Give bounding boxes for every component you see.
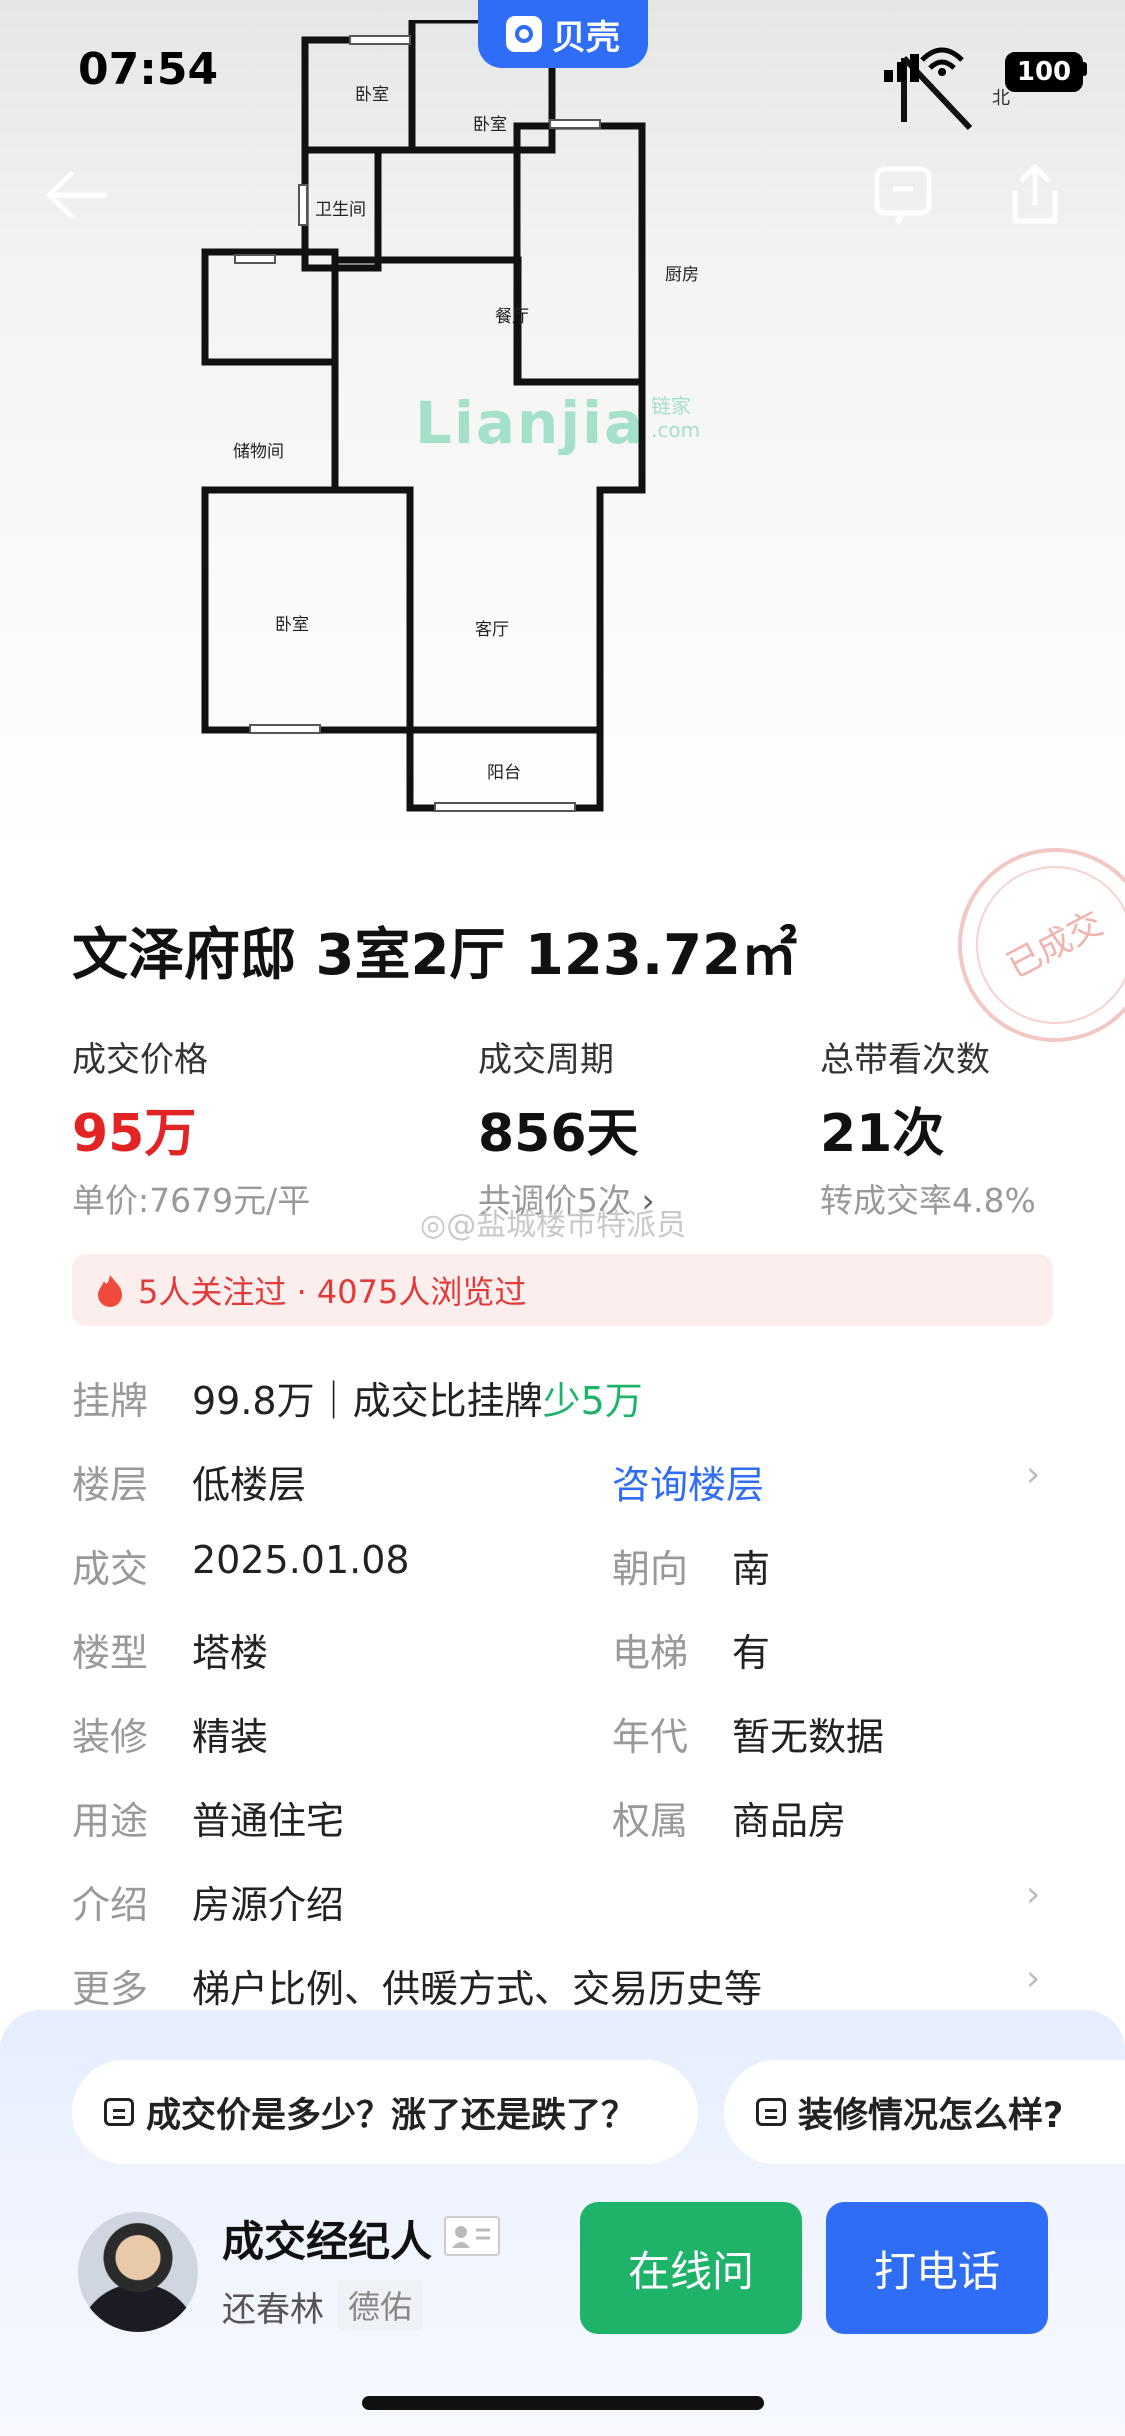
chat-icon <box>874 166 932 225</box>
battery-indicator: 100 <box>1005 52 1083 92</box>
message-button[interactable] <box>868 160 938 230</box>
weibo-icon: ◎ <box>420 1208 447 1243</box>
building-type-label: 楼型 <box>72 1631 149 1675</box>
usage-value: 普通住宅 <box>192 1799 345 1843</box>
svg-text:.com: .com <box>651 418 700 442</box>
home-indicator[interactable] <box>362 2396 764 2410</box>
status-time: 07:54 <box>78 44 219 95</box>
room-label: 阳台 <box>487 763 521 783</box>
ownership-value: 商品房 <box>732 1799 847 1843</box>
popularity-bar: 5人关注过 · 4075人浏览过 <box>72 1254 1053 1326</box>
room-label: 餐厅 <box>495 307 529 327</box>
chevron-right-icon[interactable]: › <box>1026 1454 1040 1495</box>
deal-price: 95万 <box>72 1104 197 1164</box>
beike-logo-icon <box>506 16 542 52</box>
share-button[interactable] <box>1000 160 1070 230</box>
brand-badge: 贝壳 <box>478 0 648 68</box>
popularity-text: 5人关注过 · 4075人浏览过 <box>138 1273 527 1311</box>
room-label: 客厅 <box>475 620 509 640</box>
signal-wifi-icons <box>884 47 964 82</box>
agent-name: 还春林 <box>222 2290 324 2330</box>
question-chip-price[interactable]: 成交价是多少？涨了还是跌了？ <box>72 2060 698 2164</box>
business-card-icon[interactable] <box>444 2216 500 2256</box>
orientation-label: 朝向 <box>612 1547 689 1591</box>
question-text: 成交价是多少？涨了还是跌了？ <box>146 2095 637 2136</box>
year-label: 年代 <box>612 1715 689 1759</box>
year-value: 暂无数据 <box>732 1715 885 1759</box>
conversion-rate: 转成交率4.8% <box>820 1181 1036 1220</box>
battery-tip <box>1082 62 1087 76</box>
question-chip-decoration[interactable]: 装修情况怎么样? <box>724 2060 1125 2164</box>
more-link[interactable]: 梯户比例、供暖方式、交易历史等 <box>192 1958 762 2013</box>
room-label: 卧室 <box>355 85 389 105</box>
price-diff: 少5万 <box>542 1379 643 1423</box>
stat-label: 总带看次数 <box>820 1040 990 1080</box>
agent-role: 成交经纪人 <box>222 2217 433 2266</box>
decoration-value: 精装 <box>192 1715 269 1759</box>
lianjia-watermark: Lianjia 链家 .com <box>415 389 700 455</box>
question-text: 装修情况怎么样? <box>798 2095 1064 2136</box>
agent-avatar[interactable] <box>78 2212 198 2332</box>
room-label: 储物间 <box>233 442 284 462</box>
more-label: 更多 <box>72 1967 149 2011</box>
chevron-right-icon[interactable]: › <box>1026 1874 1040 1915</box>
deal-date-value: 2025.01.08 <box>192 1538 410 1582</box>
deal-date-label: 成交 <box>72 1547 149 1591</box>
stat-cycle: 成交周期 856天 共调价5次 › <box>478 1032 655 1222</box>
online-chat-button[interactable]: 在线问 <box>580 2202 802 2334</box>
listing-title: 文泽府邸 3室2厅 123.72㎡ <box>72 923 798 988</box>
room-label: 卧室 <box>275 615 309 635</box>
share-icon <box>1012 164 1058 224</box>
listing-card <box>24 845 1101 2045</box>
room-label: 卧室 <box>473 115 507 135</box>
ownership-label: 权属 <box>612 1799 689 1843</box>
agent-company: 德佑 <box>338 2280 423 2330</box>
chat-bubble-icon <box>756 2098 786 2126</box>
svg-text:Lianjia: Lianjia <box>415 389 645 455</box>
chevron-right-icon[interactable]: › <box>1026 1958 1040 1999</box>
stat-label: 成交价格 <box>72 1040 208 1080</box>
stat-label: 成交周期 <box>478 1040 614 1080</box>
unit-price: 单价:7679元/平 <box>72 1181 311 1220</box>
floor-label: 楼层 <box>72 1463 149 1507</box>
elevator-label: 电梯 <box>612 1631 689 1675</box>
svg-text:北: 北 <box>992 88 1010 109</box>
brand-name: 贝壳 <box>552 17 620 58</box>
consult-floor-link[interactable]: 咨询楼层 <box>612 1454 764 1509</box>
listing-price-label: 挂牌 <box>72 1379 149 1423</box>
elevator-value: 有 <box>732 1631 771 1675</box>
chat-bubble-icon <box>104 2098 134 2126</box>
stat-viewings: 总带看次数 21次 转成交率4.8% <box>820 1032 1036 1222</box>
intro-label: 介绍 <box>72 1883 149 1927</box>
back-button[interactable] <box>42 160 112 230</box>
room-label: 厨房 <box>665 265 699 285</box>
orientation-value: 南 <box>732 1547 771 1591</box>
flame-icon <box>98 1275 122 1307</box>
floor-value: 低楼层 <box>192 1463 307 1507</box>
decoration-label: 装修 <box>72 1715 149 1759</box>
stat-price: 成交价格 95万 单价:7679元/平 <box>72 1032 310 1222</box>
weibo-watermark: ◎@盐城楼市特派员 <box>420 1208 687 1243</box>
building-type-value: 塔楼 <box>192 1631 269 1675</box>
viewing-count: 21次 <box>820 1104 945 1164</box>
call-button[interactable]: 打电话 <box>826 2202 1048 2334</box>
room-label: 卫生间 <box>315 200 366 220</box>
usage-label: 用途 <box>72 1799 149 1843</box>
intro-link[interactable]: 房源介绍 <box>192 1874 344 1929</box>
deal-cycle: 856天 <box>478 1104 639 1164</box>
svg-text:链家: 链家 <box>651 394 691 418</box>
arrow-left-icon <box>46 171 108 219</box>
listing-price-value: 99.8万｜成交比挂牌少5万 <box>192 1379 643 1423</box>
